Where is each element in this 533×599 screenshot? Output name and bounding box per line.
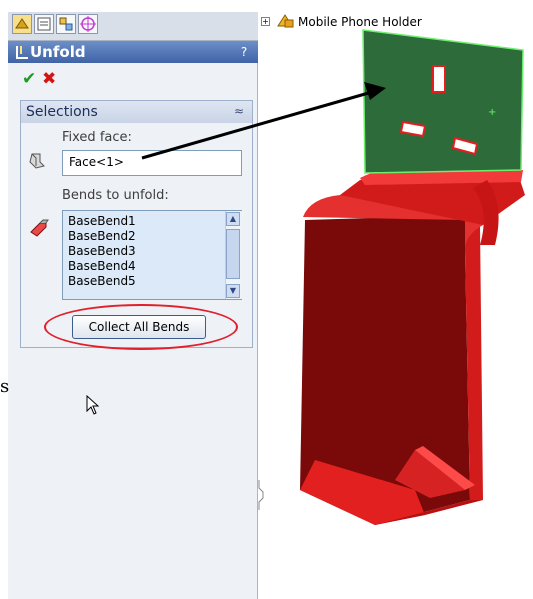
annotation-arrow — [141, 82, 386, 160]
